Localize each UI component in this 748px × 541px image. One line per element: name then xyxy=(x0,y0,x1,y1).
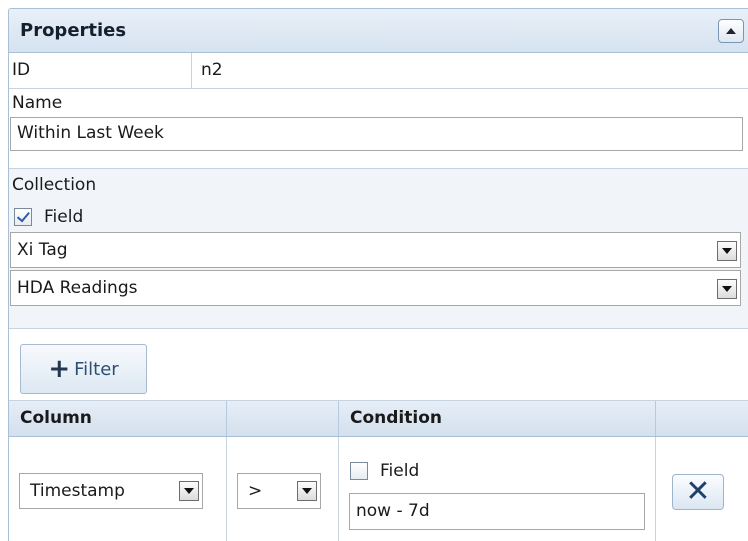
collapse-button[interactable] xyxy=(718,19,744,43)
collection-field-checkbox[interactable] xyxy=(14,208,32,226)
header-operator xyxy=(227,401,339,436)
collection-select-primary-value: Xi Tag xyxy=(17,240,68,260)
collection-label: Collection xyxy=(12,175,97,195)
actions-cell: ✕ xyxy=(656,437,748,541)
chevron-down-icon xyxy=(722,248,732,254)
dropdown-button[interactable] xyxy=(717,241,737,261)
collapse-up-icon xyxy=(726,28,736,34)
header-actions xyxy=(656,401,748,436)
collection-field-row: Field xyxy=(9,205,748,229)
collection-select-primary[interactable]: Xi Tag xyxy=(10,232,741,268)
operator-select[interactable]: > xyxy=(237,473,321,509)
name-label: Name xyxy=(12,93,63,113)
dropdown-button[interactable] xyxy=(717,279,737,299)
properties-panel: Properties ID n2 Name Within Last Week C… xyxy=(8,8,748,541)
panel-header: Properties xyxy=(9,9,748,53)
column-select[interactable]: Timestamp xyxy=(19,473,203,509)
operator-cell: > xyxy=(227,437,339,541)
chevron-down-icon xyxy=(184,488,194,494)
plus-icon: + xyxy=(48,354,71,384)
condition-field-checkbox[interactable] xyxy=(350,462,368,480)
condition-cell: Field now - 7d xyxy=(339,437,656,541)
name-section: Name Within Last Week xyxy=(9,89,748,169)
collection-section: Collection Field Xi Tag HDA Readings xyxy=(9,169,748,329)
filter-grid-header: Column Condition xyxy=(9,401,748,437)
column-cell: Timestamp xyxy=(9,437,227,541)
remove-filter-button[interactable]: ✕ xyxy=(672,474,724,510)
chevron-down-icon xyxy=(302,488,312,494)
condition-field-label: Field xyxy=(380,461,420,481)
condition-field-row: Field xyxy=(350,461,419,481)
filter-area: + Filter xyxy=(9,329,748,401)
dropdown-button[interactable] xyxy=(297,481,317,501)
add-filter-label: Filter xyxy=(74,358,119,380)
dropdown-button[interactable] xyxy=(179,481,199,501)
condition-value-input[interactable]: now - 7d xyxy=(349,493,645,530)
x-icon: ✕ xyxy=(685,474,711,509)
id-value: n2 xyxy=(201,60,223,80)
add-filter-button[interactable]: + Filter xyxy=(20,344,147,394)
filter-row: Timestamp > Field now - 7d ✕ xyxy=(9,437,748,541)
id-label: ID xyxy=(9,53,192,88)
panel-title: Properties xyxy=(20,20,127,41)
name-input[interactable]: Within Last Week xyxy=(10,117,743,151)
column-select-value: Timestamp xyxy=(30,481,125,501)
header-column: Column xyxy=(9,401,227,436)
collection-select-secondary[interactable]: HDA Readings xyxy=(10,270,741,306)
chevron-down-icon xyxy=(722,286,732,292)
header-condition: Condition xyxy=(339,401,656,436)
operator-select-value: > xyxy=(248,481,263,501)
collection-field-label: Field xyxy=(44,207,84,227)
collection-select-secondary-value: HDA Readings xyxy=(17,278,138,298)
id-row: ID n2 xyxy=(9,53,748,89)
